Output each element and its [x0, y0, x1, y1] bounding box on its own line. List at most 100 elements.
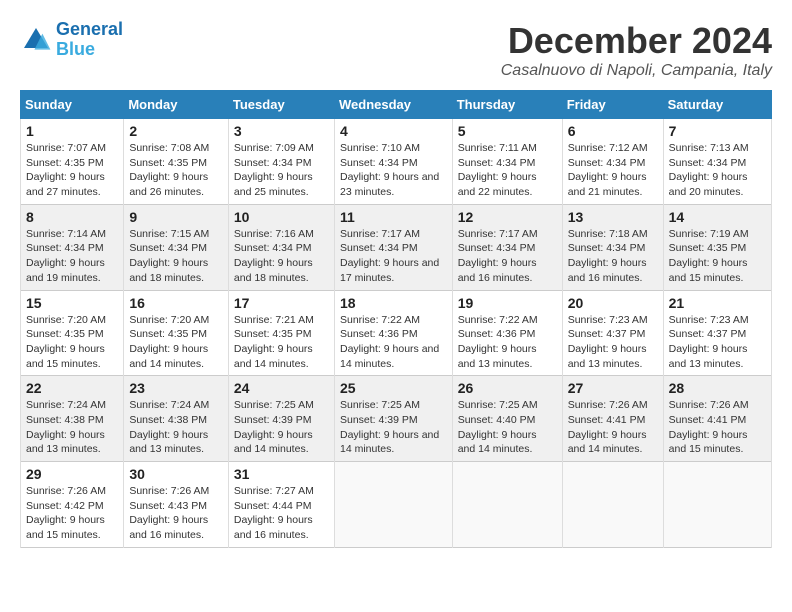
day-info: Sunrise: 7:16 AM Sunset: 4:34 PM Dayligh…: [234, 227, 329, 286]
col-tuesday: Tuesday: [228, 91, 334, 119]
day-number: 21: [669, 295, 766, 311]
day-info: Sunrise: 7:10 AM Sunset: 4:34 PM Dayligh…: [340, 141, 447, 200]
calendar-cell: [663, 462, 771, 548]
day-number: 7: [669, 123, 766, 139]
logo-text: General Blue: [56, 20, 123, 60]
calendar-cell: 23 Sunrise: 7:24 AM Sunset: 4:38 PM Dayl…: [124, 376, 229, 462]
day-number: 17: [234, 295, 329, 311]
month-title: December 2024: [501, 20, 772, 62]
day-number: 30: [129, 466, 223, 482]
calendar-cell: 10 Sunrise: 7:16 AM Sunset: 4:34 PM Dayl…: [228, 204, 334, 290]
calendar-cell: 5 Sunrise: 7:11 AM Sunset: 4:34 PM Dayli…: [452, 119, 562, 205]
day-info: Sunrise: 7:20 AM Sunset: 4:35 PM Dayligh…: [26, 313, 118, 372]
calendar-cell: 19 Sunrise: 7:22 AM Sunset: 4:36 PM Dayl…: [452, 290, 562, 376]
day-number: 18: [340, 295, 447, 311]
calendar-cell: 13 Sunrise: 7:18 AM Sunset: 4:34 PM Dayl…: [562, 204, 663, 290]
day-info: Sunrise: 7:26 AM Sunset: 4:43 PM Dayligh…: [129, 484, 223, 543]
calendar-cell: 17 Sunrise: 7:21 AM Sunset: 4:35 PM Dayl…: [228, 290, 334, 376]
day-info: Sunrise: 7:26 AM Sunset: 4:41 PM Dayligh…: [568, 398, 658, 457]
calendar-cell: 3 Sunrise: 7:09 AM Sunset: 4:34 PM Dayli…: [228, 119, 334, 205]
day-number: 10: [234, 209, 329, 225]
calendar-cell: 24 Sunrise: 7:25 AM Sunset: 4:39 PM Dayl…: [228, 376, 334, 462]
day-number: 24: [234, 380, 329, 396]
logo: General Blue: [20, 20, 123, 60]
col-friday: Friday: [562, 91, 663, 119]
calendar-cell: 28 Sunrise: 7:26 AM Sunset: 4:41 PM Dayl…: [663, 376, 771, 462]
day-info: Sunrise: 7:26 AM Sunset: 4:41 PM Dayligh…: [669, 398, 766, 457]
day-info: Sunrise: 7:14 AM Sunset: 4:34 PM Dayligh…: [26, 227, 118, 286]
calendar-cell: 27 Sunrise: 7:26 AM Sunset: 4:41 PM Dayl…: [562, 376, 663, 462]
day-info: Sunrise: 7:07 AM Sunset: 4:35 PM Dayligh…: [26, 141, 118, 200]
day-info: Sunrise: 7:24 AM Sunset: 4:38 PM Dayligh…: [129, 398, 223, 457]
calendar-cell: 8 Sunrise: 7:14 AM Sunset: 4:34 PM Dayli…: [21, 204, 124, 290]
day-number: 22: [26, 380, 118, 396]
day-number: 13: [568, 209, 658, 225]
calendar-header-row: Sunday Monday Tuesday Wednesday Thursday…: [21, 91, 772, 119]
col-sunday: Sunday: [21, 91, 124, 119]
day-info: Sunrise: 7:25 AM Sunset: 4:39 PM Dayligh…: [340, 398, 447, 457]
day-info: Sunrise: 7:08 AM Sunset: 4:35 PM Dayligh…: [129, 141, 223, 200]
day-info: Sunrise: 7:12 AM Sunset: 4:34 PM Dayligh…: [568, 141, 658, 200]
calendar-cell: 29 Sunrise: 7:26 AM Sunset: 4:42 PM Dayl…: [21, 462, 124, 548]
day-number: 26: [458, 380, 557, 396]
calendar-cell: 6 Sunrise: 7:12 AM Sunset: 4:34 PM Dayli…: [562, 119, 663, 205]
day-info: Sunrise: 7:27 AM Sunset: 4:44 PM Dayligh…: [234, 484, 329, 543]
page-header: General Blue December 2024 Casalnuovo di…: [20, 20, 772, 80]
calendar-cell: 12 Sunrise: 7:17 AM Sunset: 4:34 PM Dayl…: [452, 204, 562, 290]
day-number: 19: [458, 295, 557, 311]
day-number: 27: [568, 380, 658, 396]
day-number: 25: [340, 380, 447, 396]
day-number: 8: [26, 209, 118, 225]
day-number: 16: [129, 295, 223, 311]
calendar-cell: 1 Sunrise: 7:07 AM Sunset: 4:35 PM Dayli…: [21, 119, 124, 205]
calendar-cell: 15 Sunrise: 7:20 AM Sunset: 4:35 PM Dayl…: [21, 290, 124, 376]
col-saturday: Saturday: [663, 91, 771, 119]
calendar-cell: 11 Sunrise: 7:17 AM Sunset: 4:34 PM Dayl…: [334, 204, 452, 290]
day-info: Sunrise: 7:23 AM Sunset: 4:37 PM Dayligh…: [568, 313, 658, 372]
col-thursday: Thursday: [452, 91, 562, 119]
logo-icon: [20, 24, 52, 56]
calendar-cell: 9 Sunrise: 7:15 AM Sunset: 4:34 PM Dayli…: [124, 204, 229, 290]
day-info: Sunrise: 7:13 AM Sunset: 4:34 PM Dayligh…: [669, 141, 766, 200]
day-info: Sunrise: 7:17 AM Sunset: 4:34 PM Dayligh…: [340, 227, 447, 286]
calendar-cell: 4 Sunrise: 7:10 AM Sunset: 4:34 PM Dayli…: [334, 119, 452, 205]
day-number: 15: [26, 295, 118, 311]
day-info: Sunrise: 7:25 AM Sunset: 4:40 PM Dayligh…: [458, 398, 557, 457]
day-info: Sunrise: 7:21 AM Sunset: 4:35 PM Dayligh…: [234, 313, 329, 372]
location: Casalnuovo di Napoli, Campania, Italy: [501, 62, 772, 80]
day-number: 20: [568, 295, 658, 311]
day-number: 4: [340, 123, 447, 139]
calendar-cell: 18 Sunrise: 7:22 AM Sunset: 4:36 PM Dayl…: [334, 290, 452, 376]
calendar-cell: 20 Sunrise: 7:23 AM Sunset: 4:37 PM Dayl…: [562, 290, 663, 376]
calendar-cell: 26 Sunrise: 7:25 AM Sunset: 4:40 PM Dayl…: [452, 376, 562, 462]
day-info: Sunrise: 7:26 AM Sunset: 4:42 PM Dayligh…: [26, 484, 118, 543]
day-info: Sunrise: 7:09 AM Sunset: 4:34 PM Dayligh…: [234, 141, 329, 200]
day-number: 12: [458, 209, 557, 225]
calendar-table: Sunday Monday Tuesday Wednesday Thursday…: [20, 90, 772, 548]
day-number: 29: [26, 466, 118, 482]
calendar-cell: [334, 462, 452, 548]
calendar-cell: 7 Sunrise: 7:13 AM Sunset: 4:34 PM Dayli…: [663, 119, 771, 205]
calendar-cell: 21 Sunrise: 7:23 AM Sunset: 4:37 PM Dayl…: [663, 290, 771, 376]
calendar-cell: [562, 462, 663, 548]
col-monday: Monday: [124, 91, 229, 119]
day-number: 31: [234, 466, 329, 482]
calendar-cell: 14 Sunrise: 7:19 AM Sunset: 4:35 PM Dayl…: [663, 204, 771, 290]
calendar-cell: 16 Sunrise: 7:20 AM Sunset: 4:35 PM Dayl…: [124, 290, 229, 376]
title-section: December 2024 Casalnuovo di Napoli, Camp…: [501, 20, 772, 80]
day-info: Sunrise: 7:11 AM Sunset: 4:34 PM Dayligh…: [458, 141, 557, 200]
calendar-week-row: 29 Sunrise: 7:26 AM Sunset: 4:42 PM Dayl…: [21, 462, 772, 548]
day-number: 5: [458, 123, 557, 139]
day-number: 9: [129, 209, 223, 225]
calendar-cell: 2 Sunrise: 7:08 AM Sunset: 4:35 PM Dayli…: [124, 119, 229, 205]
calendar-week-row: 15 Sunrise: 7:20 AM Sunset: 4:35 PM Dayl…: [21, 290, 772, 376]
calendar-cell: 31 Sunrise: 7:27 AM Sunset: 4:44 PM Dayl…: [228, 462, 334, 548]
calendar-cell: [452, 462, 562, 548]
day-number: 14: [669, 209, 766, 225]
day-info: Sunrise: 7:15 AM Sunset: 4:34 PM Dayligh…: [129, 227, 223, 286]
day-number: 6: [568, 123, 658, 139]
day-info: Sunrise: 7:25 AM Sunset: 4:39 PM Dayligh…: [234, 398, 329, 457]
calendar-week-row: 1 Sunrise: 7:07 AM Sunset: 4:35 PM Dayli…: [21, 119, 772, 205]
calendar-cell: 22 Sunrise: 7:24 AM Sunset: 4:38 PM Dayl…: [21, 376, 124, 462]
col-wednesday: Wednesday: [334, 91, 452, 119]
